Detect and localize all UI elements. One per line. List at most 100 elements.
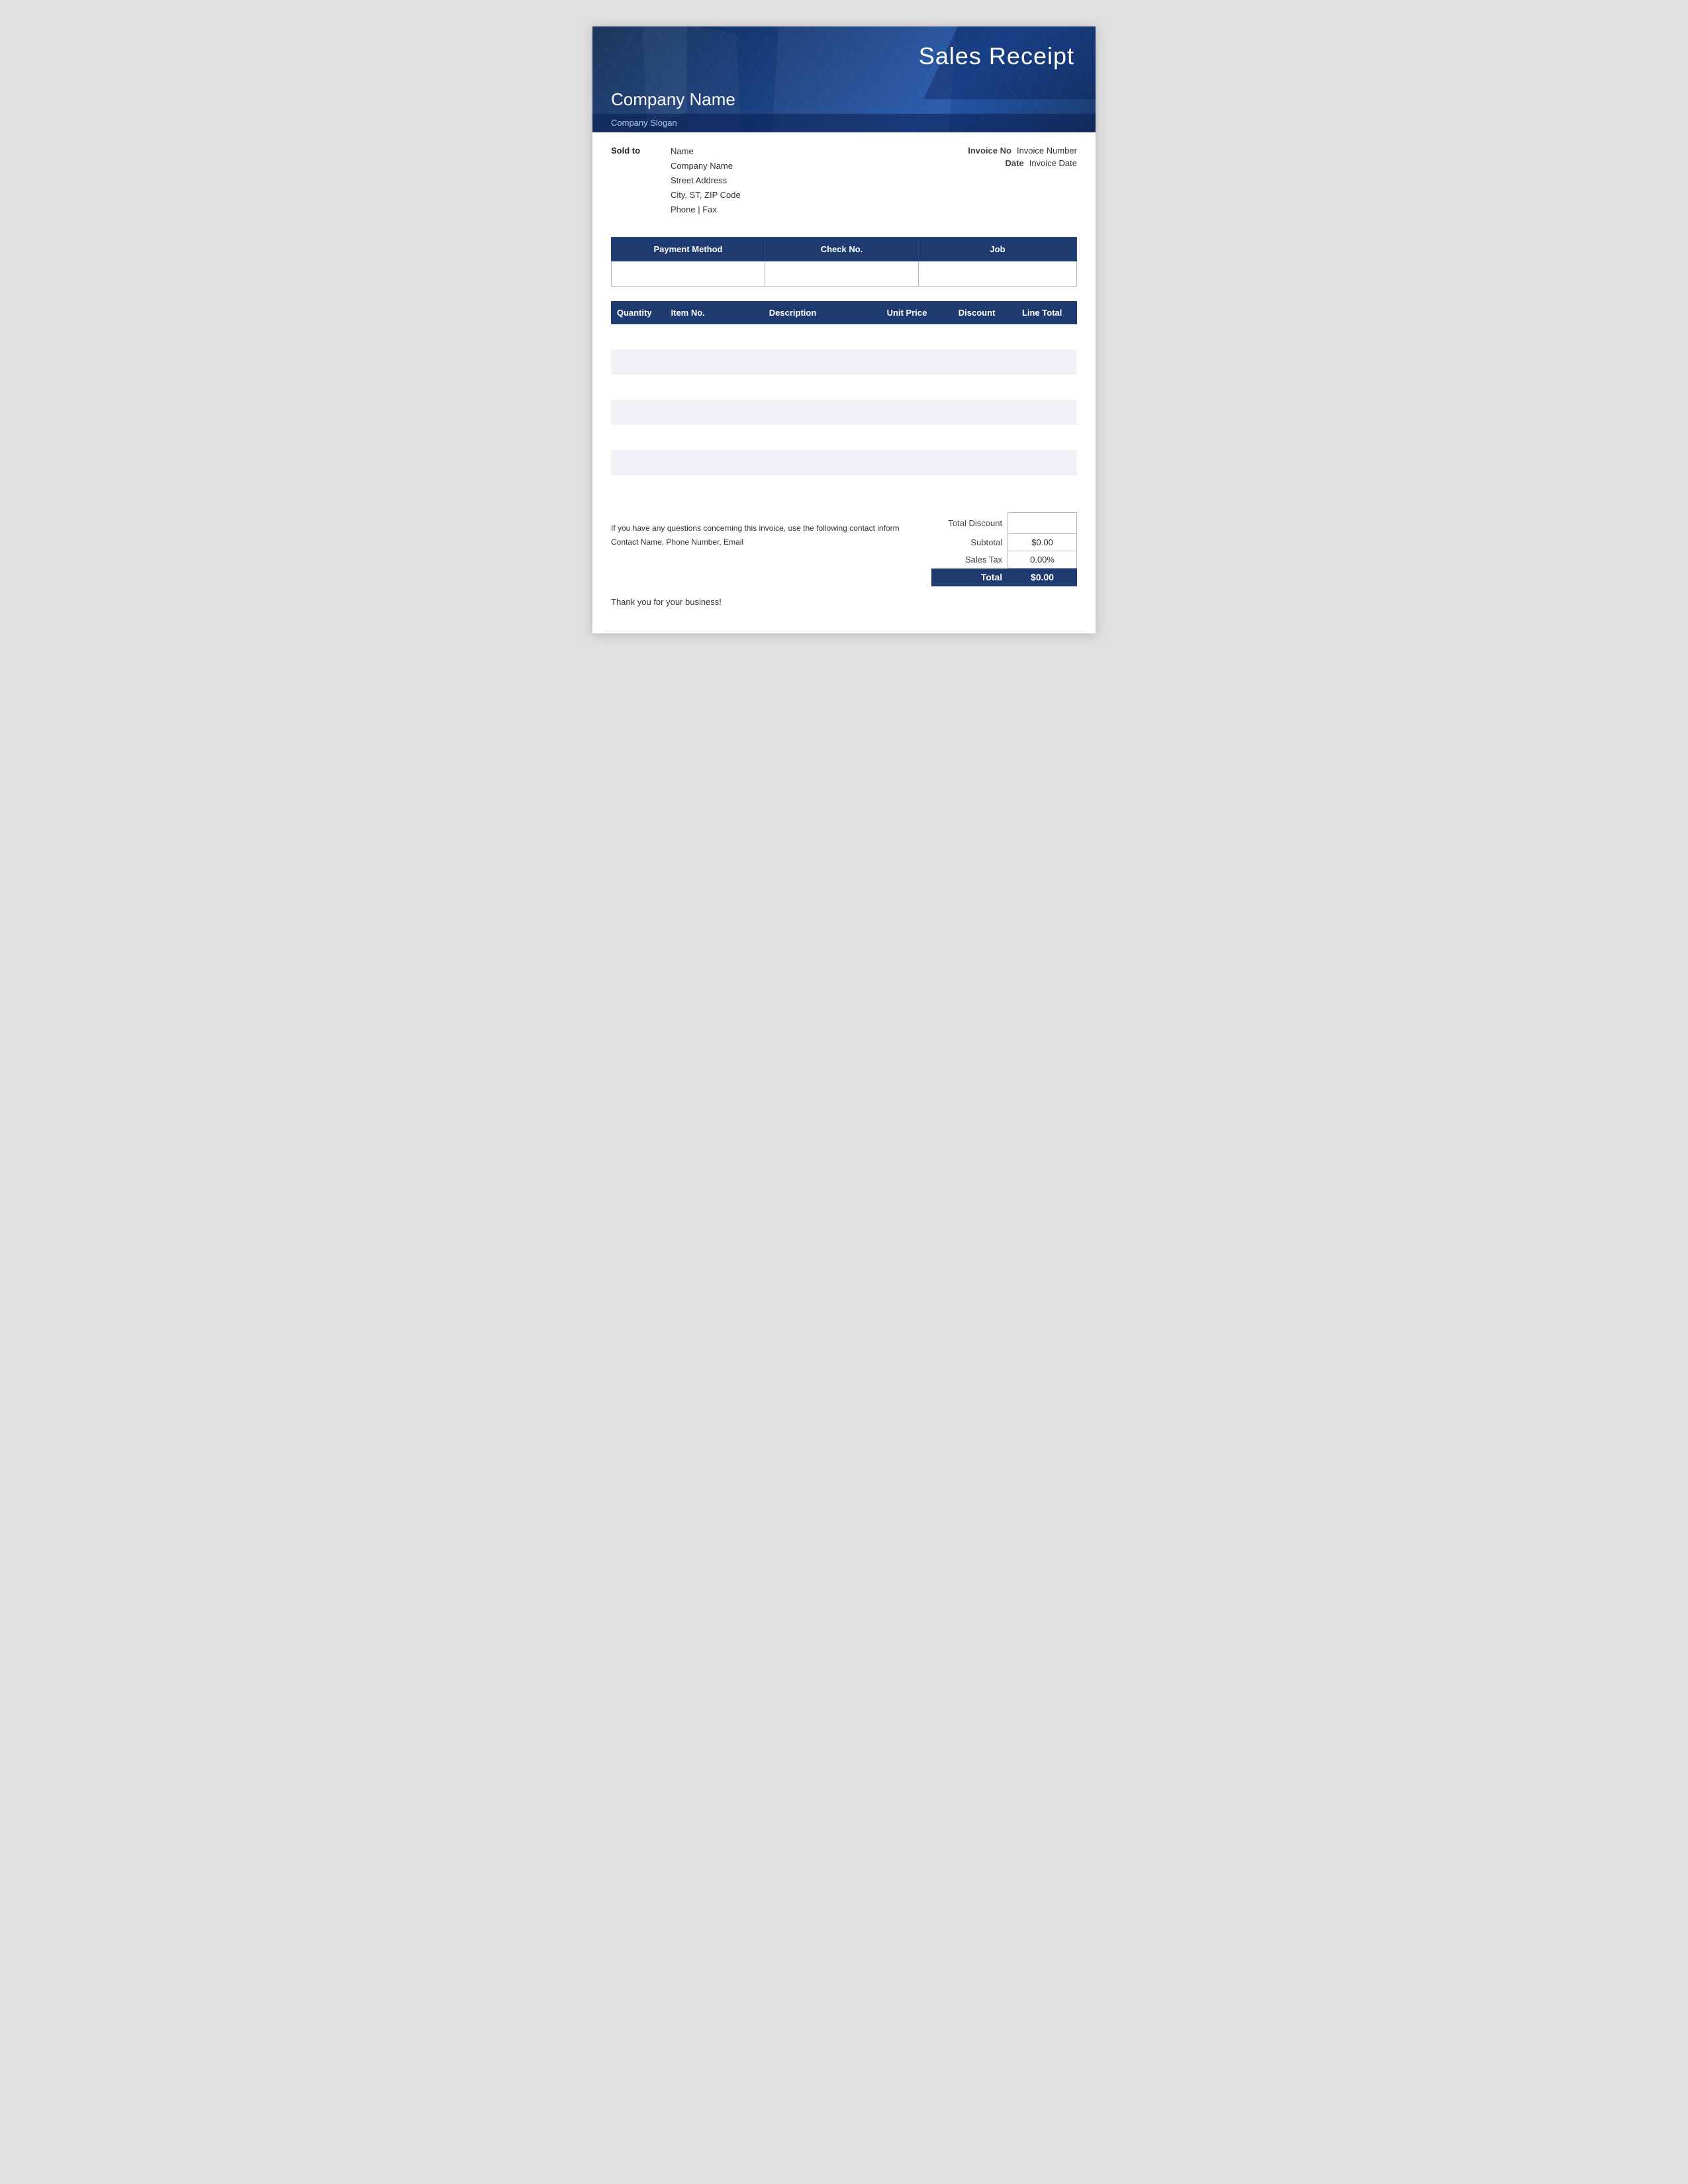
thank-you-message: Thank you for your business! [611,597,1077,607]
price-3 [867,375,947,400]
check-no-header: Check No. [765,238,918,261]
price-7 [867,475,947,500]
grand-total-row: Total $0.00 [931,569,1077,586]
desc-5 [718,425,867,450]
buyer-phone: Phone | Fax [671,203,931,217]
job-cell [918,261,1076,287]
qty-2 [611,349,657,375]
desc-4 [718,400,867,425]
buyer-city: City, ST, ZIP Code [671,188,931,203]
item-row [611,375,1077,400]
invoice-number-row: Invoice No Invoice Number [968,146,1077,156]
total-7 [1007,475,1077,500]
total-value: $0.00 [1008,569,1077,586]
total-5 [1007,425,1077,450]
qty-3 [611,375,657,400]
total-2 [1007,349,1077,375]
total-discount-value [1008,513,1077,534]
item-row [611,324,1077,349]
sold-to-label: Sold to [611,144,671,217]
job-header: Job [918,238,1076,261]
subtotal-value: $0.00 [1008,534,1077,551]
totals-table: Total Discount Subtotal $0.00 Sales Tax … [931,512,1077,586]
items-table: Quantity Item No. Description Unit Price… [611,301,1077,500]
price-2 [867,349,947,375]
payment-method-cell [612,261,765,287]
disc-7 [947,475,1008,500]
footer-contact: Contact Name, Phone Number, Email [611,535,918,549]
qty-4 [611,400,657,425]
qty-1 [611,324,657,349]
item-row [611,450,1077,475]
item-row [611,400,1077,425]
footer-note: If you have any questions concerning thi… [611,522,931,549]
disc-6 [947,450,1008,475]
quantity-header: Quantity [611,301,657,324]
desc-6 [718,450,867,475]
check-no-cell [765,261,918,287]
itemno-7 [657,475,718,500]
qty-7 [611,475,657,500]
item-no-header: Item No. [657,301,718,324]
itemno-6 [657,450,718,475]
desc-7 [718,475,867,500]
disc-4 [947,400,1008,425]
invoice-date-row: Date Invoice Date [1006,158,1077,168]
payment-row [612,261,1077,287]
total-discount-row: Total Discount [931,513,1077,534]
total-4 [1007,400,1077,425]
item-row [611,425,1077,450]
sold-to-section: Sold to Name Company Name Street Address… [592,132,1096,224]
invoice-no-value: Invoice Number [1017,146,1077,156]
tax-value: 0.00% [1008,551,1077,569]
price-1 [867,324,947,349]
subtotal-row: Subtotal $0.00 [931,534,1077,551]
discount-header: Discount [947,301,1008,324]
price-6 [867,450,947,475]
itemno-5 [657,425,718,450]
header: Sales Receipt Company Name Company Sloga… [592,26,1096,132]
company-name-header: Company Name [611,89,735,110]
total-label: Total [931,569,1008,586]
tax-label: Sales Tax [931,551,1008,569]
invoice-date-label: Date [1006,158,1024,168]
invoice-no-label: Invoice No [968,146,1011,156]
disc-2 [947,349,1008,375]
disc-1 [947,324,1008,349]
qty-5 [611,425,657,450]
thank-you-text: Thank you for your business! [611,597,1077,607]
tax-row: Sales Tax 0.00% [931,551,1077,569]
total-discount-label: Total Discount [931,513,1008,534]
desc-2 [718,349,867,375]
totals-section: Total Discount Subtotal $0.00 Sales Tax … [931,512,1077,586]
invoice-date-value: Invoice Date [1029,158,1077,168]
total-3 [1007,375,1077,400]
payment-method-table: Payment Method Check No. Job [611,237,1077,287]
description-header: Description [718,301,867,324]
footer-note-text: If you have any questions concerning thi… [611,522,918,535]
total-6 [1007,450,1077,475]
buyer-company: Company Name [671,159,931,173]
price-4 [867,400,947,425]
item-row [611,349,1077,375]
sales-receipt-page: Sales Receipt Company Name Company Sloga… [592,26,1096,633]
desc-1 [718,324,867,349]
total-1 [1007,324,1077,349]
disc-5 [947,425,1008,450]
itemno-1 [657,324,718,349]
item-row [611,475,1077,500]
payment-method-header: Payment Method [612,238,765,261]
itemno-2 [657,349,718,375]
buyer-name: Name [671,144,931,159]
invoice-info: Invoice No Invoice Number Date Invoice D… [931,144,1077,217]
itemno-4 [657,400,718,425]
sold-to-info: Name Company Name Street Address City, S… [671,144,931,217]
receipt-title: Sales Receipt [919,42,1074,70]
price-5 [867,425,947,450]
disc-3 [947,375,1008,400]
subtotal-label: Subtotal [931,534,1008,551]
slogan-bar: Company Slogan [592,114,1096,132]
buyer-street: Street Address [671,173,931,188]
unit-price-header: Unit Price [867,301,947,324]
line-total-header: Line Total [1007,301,1077,324]
